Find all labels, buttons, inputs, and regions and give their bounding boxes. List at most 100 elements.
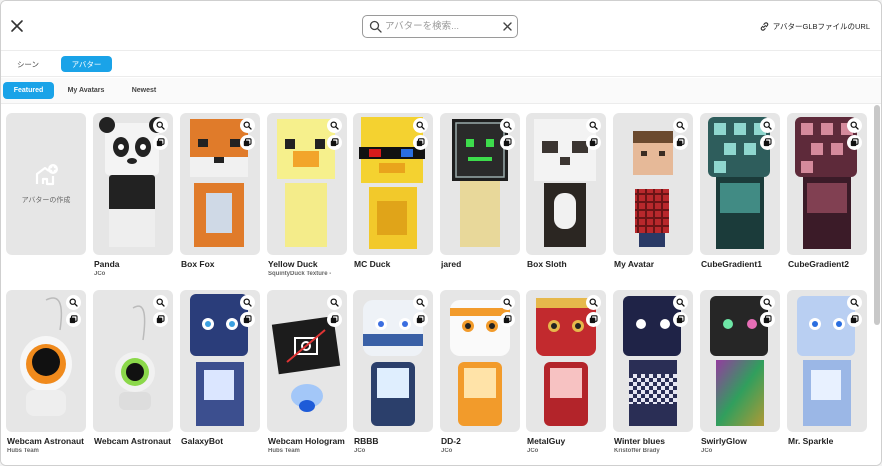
avatar-thumbnail[interactable] bbox=[700, 290, 780, 432]
filter-featured[interactable]: Featured bbox=[3, 82, 54, 99]
avatar-name: Mr. Sparkle bbox=[788, 436, 834, 446]
copy-icon[interactable] bbox=[673, 135, 688, 150]
avatar-name: GalaxyBot bbox=[181, 436, 224, 446]
avatar-name: DD-2 bbox=[441, 436, 461, 446]
avatar-thumbnail[interactable] bbox=[440, 113, 520, 255]
link-icon bbox=[760, 21, 769, 31]
copy-icon[interactable] bbox=[413, 312, 428, 327]
copy-icon[interactable] bbox=[153, 312, 168, 327]
zoom-icon[interactable] bbox=[153, 295, 168, 310]
zoom-icon[interactable] bbox=[413, 118, 428, 133]
avatar-author: Hubs Team bbox=[7, 448, 39, 454]
copy-icon[interactable] bbox=[500, 312, 515, 327]
avatar-name: SwirlyGlow bbox=[701, 436, 747, 446]
avatar-author: JCo bbox=[354, 448, 366, 454]
zoom-icon[interactable] bbox=[500, 295, 515, 310]
zoom-icon[interactable] bbox=[240, 118, 255, 133]
zoom-icon[interactable] bbox=[413, 295, 428, 310]
copy-icon[interactable] bbox=[586, 135, 601, 150]
avatar-author: JCo bbox=[527, 448, 539, 454]
top-bar: アバターGLBファイルのURL bbox=[1, 1, 881, 51]
avatar-name: CubeGradient2 bbox=[788, 259, 849, 269]
avatar-thumbnail[interactable] bbox=[787, 290, 867, 432]
avatar-author: JCo bbox=[441, 448, 453, 454]
avatar-name: RBBB bbox=[354, 436, 379, 446]
copy-icon[interactable] bbox=[760, 312, 775, 327]
filter-bar: Featured My Avatars Newest bbox=[1, 78, 881, 104]
avatar-name: jared bbox=[441, 259, 462, 269]
avatar-name: CubeGradient1 bbox=[701, 259, 762, 269]
avatar-name: Box Sloth bbox=[527, 259, 567, 269]
zoom-icon[interactable] bbox=[500, 118, 515, 133]
zoom-icon[interactable] bbox=[673, 295, 688, 310]
avatar-name: MC Duck bbox=[354, 259, 391, 269]
copy-icon[interactable] bbox=[847, 312, 862, 327]
avatar-thumbnail[interactable] bbox=[526, 290, 606, 432]
avatar-thumbnail[interactable] bbox=[440, 290, 520, 432]
glb-url-link[interactable]: アバターGLBファイルのURL bbox=[759, 19, 870, 33]
glb-url-label: アバターGLBファイルのURL bbox=[772, 21, 870, 31]
avatar-grid: アバターの作成 Panda JCo Box Fox Yellow Duck Sq… bbox=[1, 105, 881, 465]
close-icon[interactable] bbox=[8, 17, 26, 35]
avatar-thumbnail[interactable] bbox=[613, 113, 693, 255]
avatar-thumbnail[interactable] bbox=[93, 290, 173, 432]
avatar-author: Hubs Team bbox=[268, 448, 300, 454]
zoom-icon[interactable] bbox=[760, 295, 775, 310]
avatar-thumbnail[interactable] bbox=[180, 290, 260, 432]
zoom-icon[interactable] bbox=[847, 118, 862, 133]
avatar-author: SquintyDuck Texture - bbox=[268, 271, 332, 277]
tab-avatars[interactable]: アバター bbox=[61, 56, 112, 72]
avatar-name: Webcam Hologram bbox=[268, 436, 345, 446]
copy-icon[interactable] bbox=[240, 135, 255, 150]
search-icon bbox=[369, 20, 382, 33]
zoom-icon[interactable] bbox=[673, 118, 688, 133]
zoom-icon[interactable] bbox=[66, 295, 81, 310]
avatar-thumbnail[interactable] bbox=[93, 113, 173, 255]
avatar-thumbnail[interactable] bbox=[700, 113, 780, 255]
zoom-icon[interactable] bbox=[327, 118, 342, 133]
zoom-icon[interactable] bbox=[760, 118, 775, 133]
search-input[interactable] bbox=[385, 18, 497, 35]
search-box bbox=[362, 15, 518, 38]
avatar-thumbnail[interactable] bbox=[267, 113, 347, 255]
clear-search-icon[interactable] bbox=[502, 21, 513, 32]
copy-icon[interactable] bbox=[66, 312, 81, 327]
copy-icon[interactable] bbox=[760, 135, 775, 150]
copy-icon[interactable] bbox=[413, 135, 428, 150]
copy-icon[interactable] bbox=[586, 312, 601, 327]
avatar-thumbnail[interactable] bbox=[353, 113, 433, 255]
copy-icon[interactable] bbox=[327, 312, 342, 327]
avatar-thumbnail[interactable] bbox=[180, 113, 260, 255]
tab-scenes[interactable]: シーン bbox=[8, 56, 48, 72]
avatar-thumbnail[interactable] bbox=[613, 290, 693, 432]
avatar-name: MetalGuy bbox=[527, 436, 566, 446]
create-avatar-label: アバターの作成 bbox=[21, 197, 71, 204]
avatar-author: Kristoffer Brady bbox=[614, 448, 660, 454]
avatar-author: JCo bbox=[701, 448, 713, 454]
avatar-picker-window: アバターGLBファイルのURL シーン アバター Featured My Ava… bbox=[0, 0, 882, 466]
avatar-thumbnail[interactable] bbox=[353, 290, 433, 432]
avatar-thumbnail[interactable] bbox=[787, 113, 867, 255]
zoom-icon[interactable] bbox=[153, 118, 168, 133]
scrollbar[interactable] bbox=[874, 105, 880, 325]
zoom-icon[interactable] bbox=[847, 295, 862, 310]
copy-icon[interactable] bbox=[327, 135, 342, 150]
copy-icon[interactable] bbox=[500, 135, 515, 150]
copy-icon[interactable] bbox=[847, 135, 862, 150]
avatar-thumbnail[interactable] bbox=[267, 290, 347, 432]
zoom-icon[interactable] bbox=[327, 295, 342, 310]
create-avatar-button[interactable]: アバターの作成 bbox=[6, 113, 86, 255]
filter-newest[interactable]: Newest bbox=[121, 82, 167, 99]
avatar-name: Webcam Astronaut bbox=[94, 436, 171, 446]
copy-icon[interactable] bbox=[240, 312, 255, 327]
avatar-author: JCo bbox=[94, 271, 106, 277]
avatar-thumbnail[interactable] bbox=[6, 290, 86, 432]
zoom-icon[interactable] bbox=[586, 295, 601, 310]
zoom-icon[interactable] bbox=[240, 295, 255, 310]
filter-my-avatars[interactable]: My Avatars bbox=[58, 82, 114, 99]
avatar-name: Panda bbox=[94, 259, 120, 269]
avatar-thumbnail[interactable] bbox=[526, 113, 606, 255]
copy-icon[interactable] bbox=[673, 312, 688, 327]
copy-icon[interactable] bbox=[153, 135, 168, 150]
zoom-icon[interactable] bbox=[586, 118, 601, 133]
